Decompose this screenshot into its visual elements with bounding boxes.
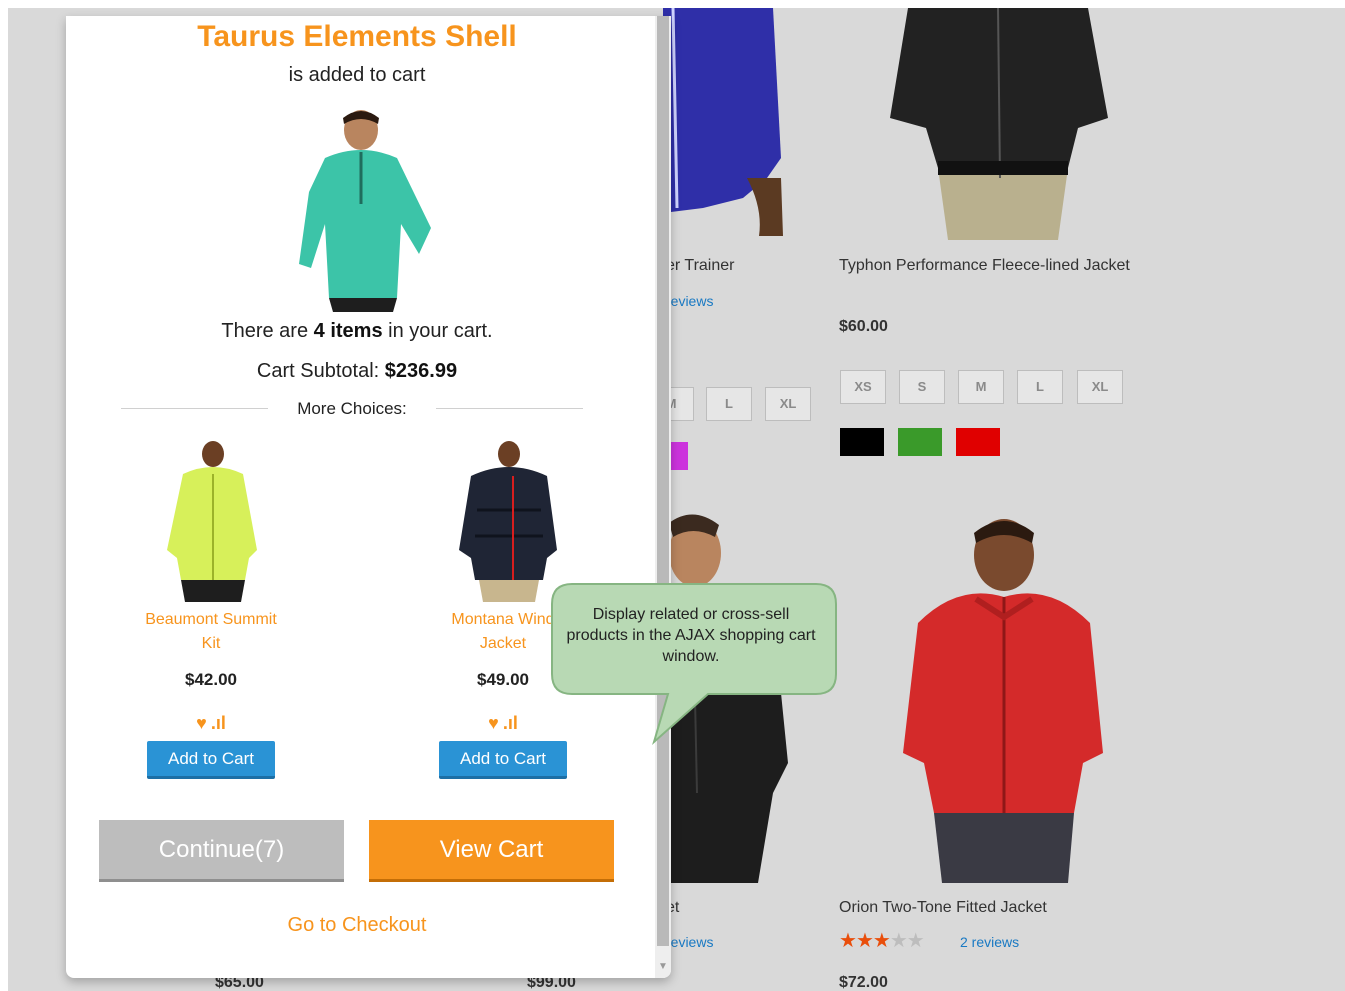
more-choices-label: More Choices: [297,399,407,418]
added-product-image [299,110,431,312]
product-reviews-partial-1[interactable]: reviews [666,293,713,309]
related-product-image-2[interactable] [451,440,561,602]
related-product-actions-1: ♥ .ıl [136,713,286,733]
size-option-s[interactable]: S [899,370,945,404]
compare-chart-icon[interactable]: .ıl [503,713,518,733]
subtotal-value: $236.99 [384,360,458,382]
size-option-xs[interactable]: XS [840,370,886,404]
cart-count-text: There are 4 items in your cart. [66,320,648,343]
popup-subtitle: is added to cart [288,64,426,86]
product-name-orion[interactable]: Orion Two-Tone Fitted Jacket [839,896,1047,920]
related-product-price-1: $42.00 [185,670,237,689]
wishlist-heart-icon[interactable]: ♥ [488,713,499,733]
size-option-xl-left[interactable]: XL [765,387,811,421]
continue-shopping-button[interactable]: Continue(7) [99,820,344,882]
size-option-xl[interactable]: XL [1077,370,1123,404]
related-product-image-1[interactable] [161,440,261,602]
cart-count-prefix: There are [221,320,314,342]
add-to-cart-button-1[interactable]: Add to Cart [147,741,275,779]
scroll-down-arrow-icon[interactable]: ▼ [655,956,671,978]
popup-scrollbar[interactable]: ▼ [655,16,671,978]
callout-text: Display related or cross-sell products i… [566,606,816,665]
size-option-l[interactable]: L [1017,370,1063,404]
cart-subtotal-text: Cart Subtotal: $236.99 [66,360,648,383]
divider-right [436,408,583,409]
product-name-typhon[interactable]: Typhon Performance Fleece-lined Jacket [839,254,1139,278]
popup-product-title[interactable]: Taurus Elements Shell [66,18,648,56]
product-name-partial-1[interactable]: er Trainer [666,254,734,278]
rating-stars: ★★★★★ [839,930,925,952]
related-product-name-1[interactable]: Beaumont Summit Kit [136,608,286,656]
ajax-cart-popup: Taurus Elements Shell is added to cart T… [66,16,671,978]
go-to-checkout-link[interactable]: Go to Checkout [66,914,648,937]
scrollbar-thumb[interactable] [657,16,669,946]
cart-count-suffix: in your cart. [382,320,493,342]
cart-count: 4 items [313,320,383,342]
wishlist-heart-icon[interactable]: ♥ [196,713,207,733]
product-image-blue-jacket[interactable] [663,8,793,238]
subtotal-label: Cart Subtotal: [256,360,385,382]
product-grid-background: er Trainer reviews Typhon Performance Fl… [8,8,1345,991]
product-image-red-fleece[interactable] [878,513,1118,883]
color-swatch-black[interactable] [840,428,884,456]
feature-callout: Display related or cross-sell products i… [548,582,848,752]
product-image-black-jacket[interactable] [878,8,1118,240]
color-swatch-red[interactable] [956,428,1000,456]
compare-chart-icon[interactable]: .ıl [211,713,226,733]
view-cart-button[interactable]: View Cart [369,820,614,882]
size-option-m[interactable]: M [958,370,1004,404]
product-price-typhon: $60.00 [839,318,888,335]
product-reviews-orion[interactable]: 2 reviews [960,934,1019,950]
color-swatch-green[interactable] [898,428,942,456]
product-price-orion: $72.00 [839,974,888,991]
product-reviews-partial-2[interactable]: reviews [666,934,713,950]
size-option-l-left[interactable]: L [706,387,752,421]
